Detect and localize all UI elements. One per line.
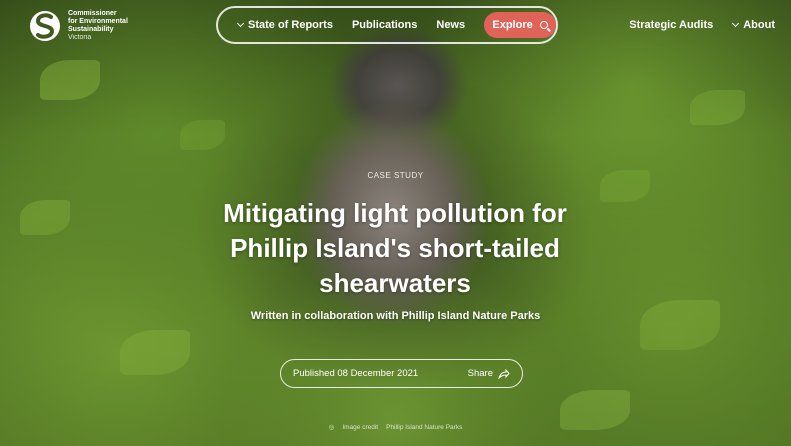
page-title: Mitigating light pollution for Phillip I… [223,198,567,298]
nav-label: News [436,19,466,31]
credit-label: Image credit [342,424,379,431]
logo-text: Commissioner for Environmental Sustainab… [68,10,128,42]
logo-s-icon [29,6,61,46]
main-nav: State of Reports Publications News Explo… [216,6,558,44]
chevron-down-icon [236,19,245,28]
nav-news[interactable]: News [436,19,465,31]
nav-label: About [743,19,775,31]
article-subtitle: Written in collaboration with Phillip Is… [250,310,541,322]
search-icon [539,21,548,29]
nav-state-of-reports[interactable]: State of Reports [236,19,333,31]
nav-about[interactable]: About [732,19,775,31]
camera-icon: ◎ [328,424,335,431]
share-label: Share [467,368,493,379]
site-logo[interactable]: Commissioner for Environmental Sustainab… [29,6,128,46]
chevron-down-icon [732,19,740,28]
published-date: Published 08 December 2021 [293,368,419,379]
explore-button[interactable]: Explore [484,12,556,38]
nav-label: State of Reports [248,19,333,31]
brand-line: Sustainability [68,26,114,33]
nav-label: Strategic Audits [629,19,714,31]
publish-bar: Published 08 December 2021 Share [280,359,523,388]
secondary-nav: Strategic Audits About [629,19,775,31]
explore-label: Explore [492,19,533,31]
nav-strategic-audits[interactable]: Strategic Audits [629,19,713,31]
article-kicker: CASE STUDY [367,171,424,180]
share-button[interactable]: Share [468,368,510,379]
share-icon [498,368,510,379]
brand-line: for Environmental [68,18,128,25]
image-credit: ◎ Image credit Phillip Island Nature Parks [0,423,791,431]
nav-publications[interactable]: Publications [352,19,417,31]
brand-line: Commissioner [68,10,117,17]
nav-label: Publications [351,19,418,31]
brand-line: Victoria [68,34,92,41]
credit-source: Phillip Island Nature Parks [386,424,463,431]
